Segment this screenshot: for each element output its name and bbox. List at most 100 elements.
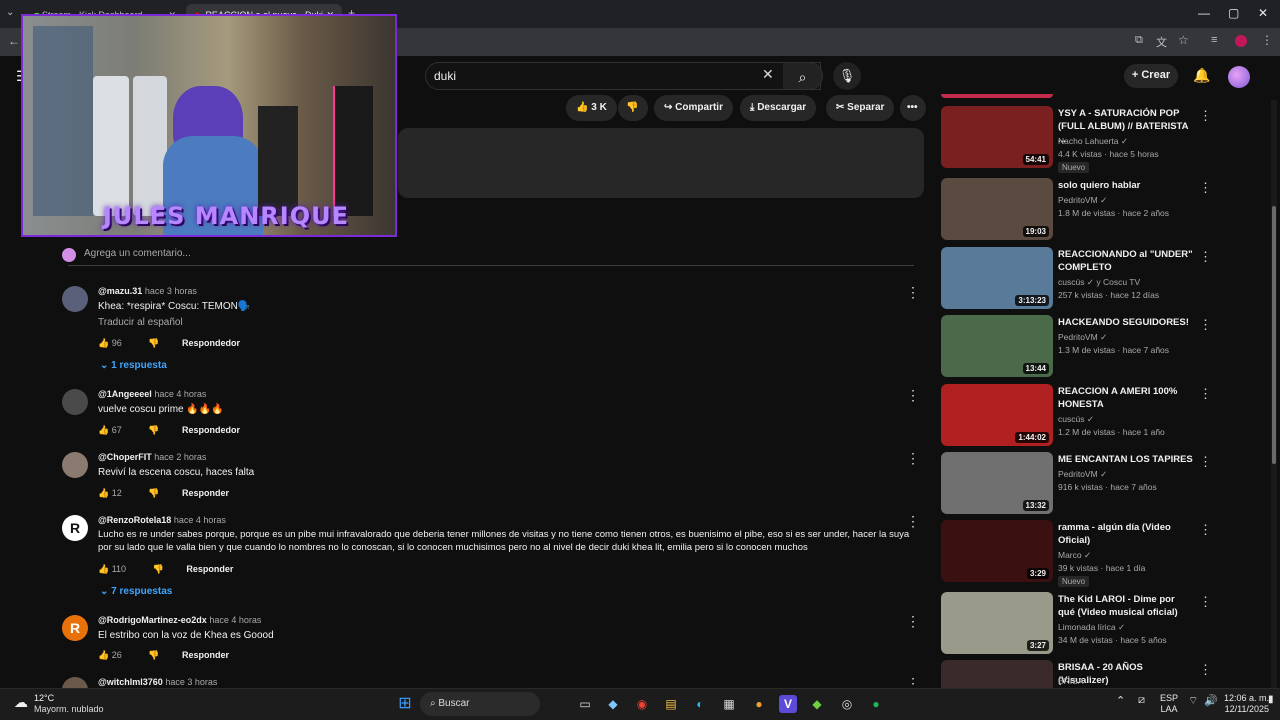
video-description-box[interactable] (398, 128, 924, 198)
video-menu-icon[interactable]: ⋮ (1199, 662, 1212, 678)
video-thumbnail[interactable]: 54:41 (941, 106, 1053, 168)
obs-icon[interactable]: ◎ (838, 695, 856, 713)
video-title[interactable]: HACKEANDO SEGUIDORES! (1058, 316, 1193, 329)
video-thumbnail[interactable]: 3:13:23 (941, 247, 1053, 309)
clock[interactable]: 12:06 a. m. 12/11/2025 (1224, 693, 1269, 715)
add-comment-input[interactable]: Agrega un comentario... (62, 248, 914, 266)
store-icon[interactable]: ▦ (720, 695, 738, 713)
video-thumbnail[interactable]: 19:03 (941, 178, 1053, 240)
chat-app-icon[interactable]: ◆ (808, 695, 826, 713)
channel-name[interactable]: PedritoVM (1058, 195, 1098, 205)
channel-name[interactable]: Marco (1058, 550, 1082, 560)
video-menu-icon[interactable]: ⋮ (1199, 386, 1212, 402)
reply-button[interactable]: Responder (186, 564, 233, 574)
comment-dislike-button[interactable]: 👎 (153, 564, 164, 575)
chrome-icon[interactable]: ◉ (633, 695, 651, 713)
commenter-avatar[interactable] (62, 677, 88, 688)
bookmark-star-icon[interactable]: ☆ (1178, 33, 1189, 47)
tray-chevron-icon[interactable]: ⌃ (1116, 694, 1125, 707)
commenter-avatar[interactable] (62, 389, 88, 415)
video-menu-icon[interactable]: ⋮ (1199, 594, 1212, 610)
clip-button[interactable]: ✂ Separar (826, 95, 895, 121)
windows-start-icon[interactable]: ⊞ (396, 695, 414, 713)
commenter-avatar[interactable]: R (62, 615, 88, 641)
like-button[interactable]: 👍 3 K (566, 95, 617, 121)
notification-center-icon[interactable]: ▮ (1268, 694, 1274, 705)
browser-menu-icon[interactable]: ⋮ (1261, 33, 1273, 47)
video-menu-icon[interactable]: ⋮ (1199, 180, 1212, 196)
comment-like-button[interactable]: 👍 67 (98, 425, 134, 436)
recommendation-item[interactable]: BRISAA - 20 AÑOS (Visualizer) BRISA ⋮ (941, 660, 1261, 688)
video-title[interactable]: REACCION A AMERI 100% HONESTA (1058, 385, 1193, 411)
recommendation-item[interactable]: 3:27 The Kid LAROI - Dime por qué (Video… (941, 592, 1261, 656)
comment-menu-icon[interactable]: ⋮ (906, 677, 920, 688)
video-thumbnail[interactable]: 13:32 (941, 452, 1053, 514)
video-title[interactable]: The Kid LAROI - Dime por qué (Video musi… (1058, 593, 1193, 619)
cast-icon[interactable]: ⧉ (1135, 34, 1143, 47)
edge-icon[interactable]: ◐ (691, 695, 709, 713)
commenter-avatar[interactable] (62, 452, 88, 478)
reply-button[interactable]: Respondedor (182, 338, 240, 348)
video-title[interactable]: REACCIONANDO al "UNDER" COMPLETO (1058, 248, 1193, 274)
channel-name-2[interactable]: y Coscu TV (1096, 277, 1140, 287)
video-menu-icon[interactable]: ⋮ (1199, 454, 1212, 470)
minimize-button[interactable]: — (1198, 6, 1210, 20)
commenter-avatar[interactable]: R (62, 515, 88, 541)
profile-icon[interactable] (1235, 35, 1247, 47)
recommendation-item[interactable]: 3:29 ramma - algún día (Video Oficial) M… (941, 520, 1261, 587)
weather-widget[interactable]: ☁ 12°C Mayorm. nublado (14, 692, 104, 718)
video-title[interactable]: ramma - algún día (Video Oficial) (1058, 521, 1193, 547)
channel-name[interactable]: cuscús (1058, 414, 1084, 424)
maximize-button[interactable]: ▢ (1228, 6, 1239, 20)
video-thumbnail[interactable]: 1:44:02 (941, 384, 1053, 446)
reply-button[interactable]: Responder (182, 488, 229, 498)
channel-name[interactable]: PedritoVM (1058, 469, 1098, 479)
comment-menu-icon[interactable]: ⋮ (906, 387, 920, 404)
download-button[interactable]: ⤓ Descargar (740, 95, 817, 121)
language-indicator[interactable]: ESP LAA (1160, 693, 1178, 715)
create-button[interactable]: + Crear (1124, 64, 1178, 88)
view-replies-button[interactable]: ⌄ 7 respuestas (100, 586, 172, 597)
comment-like-button[interactable]: 👍 96 (98, 338, 134, 349)
comment-dislike-button[interactable]: 👎 (148, 425, 159, 436)
video-title[interactable]: ME ENCANTAN LOS TAPIRES (1058, 453, 1193, 466)
comment-dislike-button[interactable]: 👎 (148, 338, 159, 349)
clear-search-icon[interactable]: ✕ (762, 66, 774, 83)
video-menu-icon[interactable]: ⋮ (1199, 522, 1212, 538)
page-scrollbar[interactable] (1271, 100, 1277, 688)
reading-list-icon[interactable]: ≡ (1211, 34, 1217, 46)
reply-button[interactable]: Respondedor (182, 425, 240, 435)
comment-dislike-button[interactable]: 👎 (148, 650, 159, 661)
channel-name[interactable]: BRISA (1058, 676, 1084, 686)
video-thumbnail[interactable]: 3:27 (941, 592, 1053, 654)
comment-author[interactable]: @1Angeeeel (98, 389, 152, 399)
comment-menu-icon[interactable]: ⋮ (906, 513, 920, 530)
channel-name[interactable]: Limonada lírica (1058, 622, 1116, 632)
comment-author[interactable]: @ChoperFIT (98, 452, 152, 462)
channel-name[interactable]: Nacho Lahuerta (1058, 136, 1119, 146)
tray-app-icon[interactable]: ⧄ (1138, 694, 1145, 707)
comment-like-button[interactable]: 👍 110 (98, 564, 138, 575)
video-title[interactable]: solo quiero hablar (1058, 179, 1193, 192)
recommendation-item[interactable]: 1:44:02 REACCION A AMERI 100% HONESTA cu… (941, 384, 1261, 448)
channel-name[interactable]: PedritoVM (1058, 332, 1098, 342)
app-icon[interactable]: ● (750, 695, 768, 713)
comment-menu-icon[interactable]: ⋮ (906, 450, 920, 467)
recommendation-item[interactable]: 13:44 HACKEANDO SEGUIDORES! PedritoVM ✓ … (941, 315, 1261, 379)
dislike-button[interactable]: 👎 (618, 95, 648, 121)
spotify-icon[interactable]: ● (867, 695, 885, 713)
commenter-avatar[interactable] (62, 286, 88, 312)
video-menu-icon[interactable]: ⋮ (1199, 317, 1212, 333)
channel-name[interactable]: cuscús (1058, 277, 1084, 287)
task-view-icon[interactable]: ▭ (576, 695, 594, 713)
voice-search-button[interactable]: 🎙 (833, 62, 861, 90)
translate-link[interactable]: Traducir al español (98, 317, 183, 328)
scrollbar-thumb[interactable] (1272, 206, 1276, 464)
close-button[interactable]: ✕ (1258, 6, 1268, 20)
recommendation-item[interactable]: 13:32 ME ENCANTAN LOS TAPIRES PedritoVM … (941, 452, 1261, 516)
translate-icon[interactable]: 文 (1156, 34, 1167, 50)
share-button[interactable]: ↪ Compartir (654, 95, 733, 121)
comment-author[interactable]: @mazu.31 (98, 286, 142, 296)
video-menu-icon[interactable]: ⋮ (1199, 108, 1212, 124)
reply-button[interactable]: Responder (182, 650, 229, 660)
